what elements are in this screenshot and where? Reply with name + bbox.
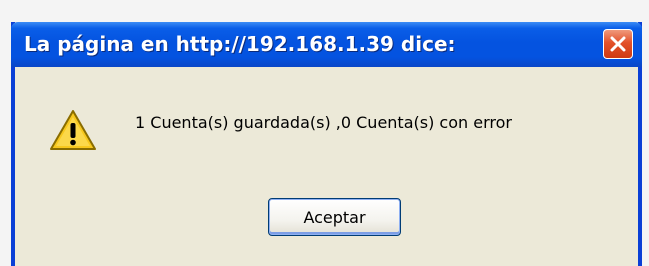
- dialog-title: La página en http://192.168.1.39 dice:: [24, 32, 456, 56]
- close-icon: [610, 36, 626, 52]
- accept-button[interactable]: Aceptar: [268, 198, 401, 236]
- warning-icon: [50, 110, 96, 150]
- alert-dialog: La página en http://192.168.1.39 dice: 1…: [11, 22, 642, 266]
- close-button[interactable]: [603, 29, 633, 59]
- dialog-titlebar[interactable]: La página en http://192.168.1.39 dice:: [11, 22, 642, 67]
- dialog-message: 1 Cuenta(s) guardada(s) ,0 Cuenta(s) con…: [135, 113, 512, 132]
